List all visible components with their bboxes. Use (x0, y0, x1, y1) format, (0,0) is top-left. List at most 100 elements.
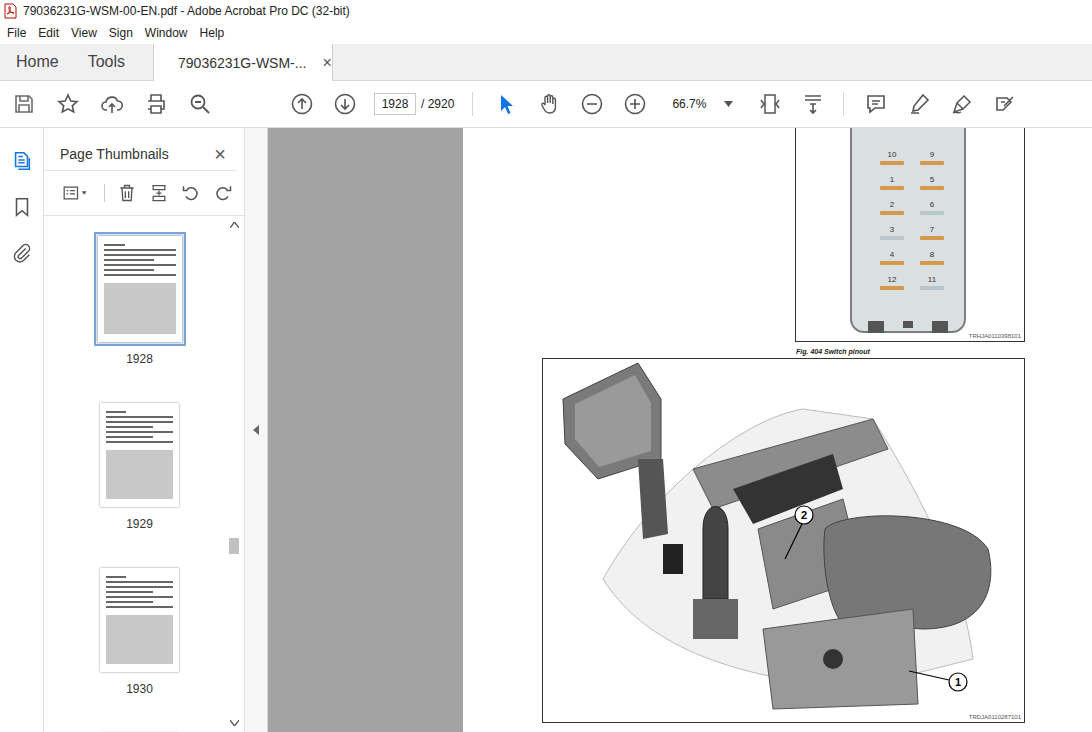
pin-contact (880, 261, 904, 265)
menu-item[interactable]: File (1, 26, 32, 40)
page-thumbnails-icon[interactable] (11, 150, 33, 172)
pin-contact (880, 236, 904, 240)
menu-item[interactable]: Sign (103, 26, 139, 40)
panel-toolbar (44, 171, 244, 215)
menu-item[interactable]: View (65, 26, 103, 40)
pin-number: 12 (888, 275, 897, 284)
pdf-file-icon (4, 3, 17, 19)
armrest-illustration: 21TRDJA0110287101 (542, 358, 1025, 723)
sign-icon[interactable] (950, 92, 974, 116)
acrobat-window: 79036231G-WSM-00-EN.pdf - Adobe Acrobat … (0, 0, 1092, 732)
figure-code: TRHJA0110398101 (969, 333, 1021, 339)
svg-text:2: 2 (801, 509, 807, 521)
pin-number: 5 (930, 175, 934, 184)
armrest-drawing: 21 (543, 359, 1023, 721)
page-number-field[interactable]: 1928 (374, 93, 416, 115)
thumbnails-panel: Page Thumbnails× 1928 1929 1930 (44, 128, 245, 732)
connector-drawing: 109152637481211 (850, 128, 966, 333)
pinout-image: 109152637481211TRHJA0110398101 (795, 128, 1025, 342)
panel-collapse-handle[interactable] (245, 128, 268, 732)
thumbnail[interactable]: 1928 (94, 232, 186, 366)
tab-label: Home (16, 53, 59, 71)
pin-number: 6 (930, 200, 934, 209)
workspace: Page Thumbnails×192819291930109152637481… (0, 128, 1092, 732)
save-icon[interactable] (12, 92, 36, 116)
navigation-rail (0, 128, 44, 732)
star-icon[interactable] (56, 92, 80, 116)
panel-header: Page Thumbnails× (44, 128, 236, 171)
pin-number: 3 (890, 225, 894, 234)
rotate-right-icon[interactable] (213, 183, 233, 203)
thumbnail-frame (94, 232, 186, 346)
menu-item[interactable]: Help (194, 26, 231, 40)
figure-code: TRDJA0110287101 (969, 714, 1021, 720)
panel-close-button[interactable]: × (214, 143, 226, 166)
zoom-dropdown[interactable]: 66.7% (666, 93, 739, 115)
connector-pin: 7 (912, 225, 952, 240)
pin-contact (920, 261, 944, 265)
scroll-thumb[interactable] (229, 538, 239, 554)
search-zoom-icon[interactable] (188, 92, 212, 116)
figure-caption: Fig. 404 Switch pinout (795, 342, 1025, 357)
previous-page-icon[interactable] (290, 92, 314, 116)
scroll-mode-icon[interactable] (801, 92, 825, 116)
pin-contact (880, 211, 904, 215)
tab-bar: Home Tools 79036231G-WSM-... × (0, 44, 1092, 81)
options-menu-icon[interactable] (60, 183, 90, 203)
send-for-signature-icon[interactable] (993, 92, 1017, 116)
page-total: / 2920 (421, 97, 454, 111)
thumbnail-list: 1928 1929 1930 (44, 216, 227, 732)
callout: 2 (785, 506, 813, 559)
pin-contact (920, 211, 944, 215)
menu-item[interactable]: Edit (32, 26, 65, 40)
pin-number: 9 (930, 150, 934, 159)
pin-number: 8 (930, 250, 934, 259)
rotate-left-icon[interactable] (181, 183, 201, 203)
tab[interactable]: 79036231G-WSM-... × (153, 44, 333, 81)
thumbnail-page-number: 1930 (126, 682, 153, 696)
menu-item[interactable]: Window (139, 26, 194, 40)
pin-contact (880, 186, 904, 190)
tab-label: 79036231G-WSM-... (178, 55, 306, 71)
cloud-upload-icon[interactable] (100, 92, 124, 116)
attachment-icon[interactable] (11, 242, 33, 264)
zoom-out-icon[interactable] (580, 92, 604, 116)
tab[interactable]: Tools (73, 44, 139, 80)
tab-close-button[interactable]: × (322, 54, 331, 72)
svg-text:1: 1 (955, 676, 961, 688)
insert-page-icon[interactable] (149, 183, 169, 203)
scroll-up-icon[interactable] (230, 222, 239, 228)
pin-number: 11 (928, 275, 936, 284)
window-title: 79036231G-WSM-00-EN.pdf - Adobe Acrobat … (23, 4, 350, 18)
comment-icon[interactable] (864, 92, 888, 116)
tab[interactable]: Home (0, 44, 73, 80)
select-cursor-icon[interactable] (494, 92, 518, 116)
pin-number: 7 (930, 225, 934, 234)
pin-contact (920, 161, 944, 165)
next-page-icon[interactable] (333, 92, 357, 116)
trash-icon[interactable] (117, 183, 137, 203)
scroll-down-icon[interactable] (230, 720, 239, 726)
pin-contact (920, 236, 944, 240)
thumbnail-page (100, 403, 179, 507)
document-view: 109152637481211TRHJA0110398101Fig. 404 S… (268, 128, 1092, 732)
dropdown-arrow-icon (724, 101, 733, 107)
print-icon[interactable] (144, 92, 168, 116)
pin-contact (880, 286, 904, 290)
zoom-in-icon[interactable] (623, 92, 647, 116)
callout: 1 (909, 671, 967, 691)
bookmark-icon[interactable] (11, 196, 33, 218)
tab-label: Tools (88, 53, 125, 71)
connector-pin: 5 (912, 175, 952, 190)
fit-page-icon[interactable] (758, 92, 782, 116)
panel-scrollbar[interactable] (227, 216, 241, 732)
title-bar: 79036231G-WSM-00-EN.pdf - Adobe Acrobat … (0, 0, 1092, 22)
hand-tool-icon[interactable] (537, 92, 561, 116)
thumbnail[interactable]: 1930 (96, 564, 183, 696)
menu-bar: FileEditViewSignWindowHelp (0, 22, 1092, 44)
pin-contact (880, 161, 904, 165)
thumbnail[interactable]: 1929 (96, 399, 183, 531)
thumbnail[interactable] (96, 729, 183, 732)
highlight-pen-icon[interactable] (907, 92, 931, 116)
pin-contact (920, 186, 944, 190)
